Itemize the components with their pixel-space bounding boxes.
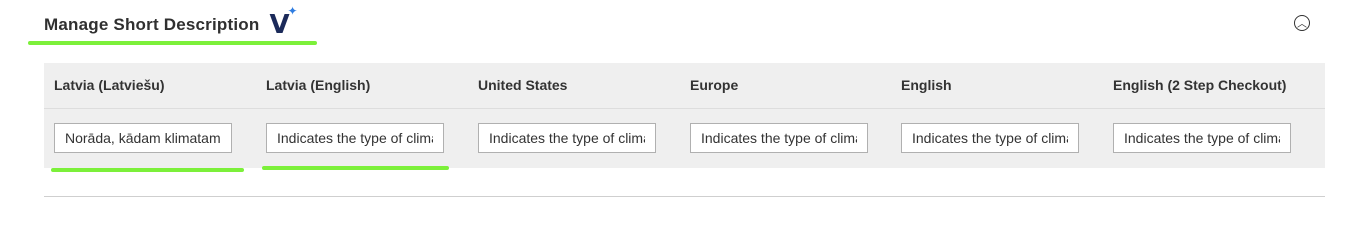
table-header-row: Latvia (Latviešu) Latvia (English) Unite…: [44, 63, 1325, 109]
section-title: Manage Short Description: [44, 15, 260, 34]
chevron-up-icon: ︿: [1297, 19, 1307, 30]
section-divider: [44, 196, 1325, 197]
short-description-field-united-states[interactable]: [478, 123, 656, 153]
collapse-icon[interactable]: ︿: [1294, 15, 1310, 31]
short-description-field-english[interactable]: [901, 123, 1079, 153]
column-header-english-2-step: English (2 Step Checkout): [1113, 77, 1287, 93]
section-header: Manage Short Description V ✦: [44, 4, 299, 40]
field-highlight-latvia-latviesu: [51, 168, 244, 172]
translations-table: Latvia (Latviešu) Latvia (English) Unite…: [44, 63, 1325, 168]
sparkle-icon: ✦: [287, 4, 298, 18]
column-header-english: English: [901, 77, 952, 93]
column-header-latvia-latviesu: Latvia (Latviešu): [54, 77, 165, 93]
column-header-united-states: United States: [478, 77, 568, 93]
title-highlight: [28, 41, 317, 45]
column-header-europe: Europe: [690, 77, 739, 93]
field-highlight-latvia-english: [262, 166, 449, 170]
short-description-field-latvia-english[interactable]: [266, 123, 444, 153]
short-description-field-latvia-latviesu[interactable]: [54, 123, 232, 153]
short-description-field-english-2-step[interactable]: [1113, 123, 1291, 153]
column-header-latvia-english: Latvia (English): [266, 77, 371, 93]
short-description-field-europe[interactable]: [690, 123, 868, 153]
brand-logo: V ✦: [269, 4, 299, 40]
